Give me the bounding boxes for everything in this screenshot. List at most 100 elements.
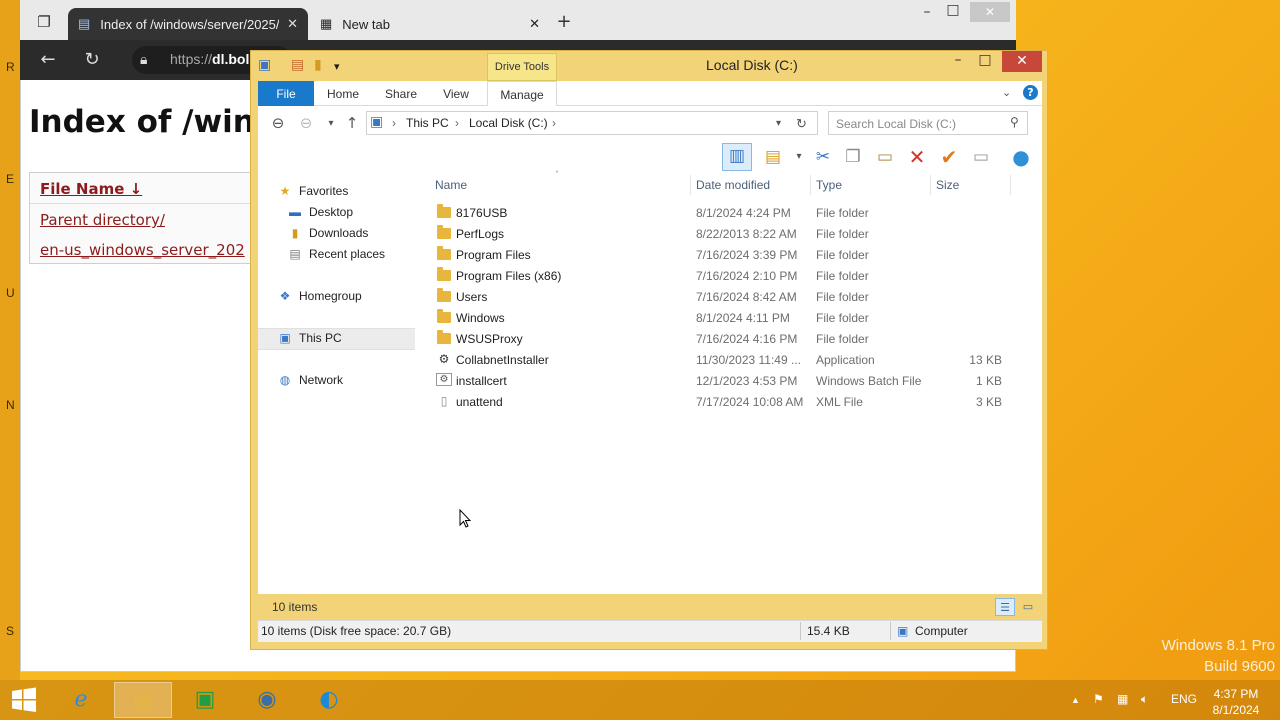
column-divider[interactable]: [810, 175, 811, 195]
table-row[interactable]: 8176USB 8/1/2024 4:24 PM File folder: [436, 203, 1042, 224]
table-row[interactable]: WSUSProxy 7/16/2024 4:16 PM File folder: [436, 329, 1042, 350]
desktop-left-strip: R E U N S: [0, 0, 20, 680]
file-date: 8/1/2024 4:11 PM: [696, 311, 790, 325]
nav-recent-places[interactable]: ▤ Recent places: [286, 245, 385, 263]
file-date: 7/17/2024 10:08 AM: [696, 395, 804, 409]
tab-file[interactable]: File: [258, 81, 314, 106]
nav-homegroup[interactable]: ❖ Homegroup: [276, 287, 362, 305]
search-input[interactable]: Search Local Disk (C:): [828, 111, 1028, 135]
downloads-icon: ▮: [291, 226, 299, 240]
tab-view[interactable]: View: [432, 81, 480, 106]
organize-icon[interactable]: ▤: [760, 145, 786, 169]
delete-icon[interactable]: ✕: [904, 145, 930, 169]
up-icon[interactable]: ↑: [342, 114, 362, 132]
refresh-icon[interactable]: ↻: [796, 116, 807, 132]
details-view-icon[interactable]: ☰: [995, 598, 1015, 616]
internet-explorer-icon[interactable]: ℯ: [52, 682, 110, 718]
file-type: File folder: [816, 248, 869, 262]
nav-favorites[interactable]: ★ Favorites: [276, 182, 349, 200]
parent-directory-link[interactable]: Parent directory/: [40, 211, 165, 229]
close-tab-icon[interactable]: ✕: [529, 16, 540, 32]
organize-dropdown-icon[interactable]: ▾: [786, 145, 812, 169]
sort-indicator-icon: ˄: [555, 170, 559, 179]
column-header-date[interactable]: Date modified: [696, 178, 770, 192]
copy-icon[interactable]: ❐: [840, 145, 866, 169]
column-divider[interactable]: [1010, 175, 1011, 195]
paste-icon[interactable]: ▭: [872, 145, 898, 169]
globe-icon[interactable]: ●: [1008, 145, 1034, 169]
address-dropdown-icon[interactable]: ▾: [776, 118, 781, 129]
table-row[interactable]: ⚙ CollabnetInstaller 11/30/2023 11:49 ... A…: [436, 350, 1042, 371]
maximize-button[interactable]: □: [971, 52, 999, 72]
column-divider[interactable]: [930, 175, 931, 195]
table-row[interactable]: PerfLogs 8/22/2013 8:22 AM File folder: [436, 224, 1042, 245]
computer-icon: ▣: [370, 114, 384, 130]
breadcrumb-this-pc[interactable]: This PC: [406, 116, 449, 130]
tab-index[interactable]: ▤ Index of /windows/server/2025/ ✕: [68, 8, 308, 40]
column-header-name[interactable]: Name: [435, 178, 467, 192]
iso-file-link[interactable]: en-us_windows_server_202: [40, 241, 245, 259]
network-tray-icon[interactable]: ▦: [1117, 692, 1128, 706]
volume-muted-icon[interactable]: 🔈︎: [1141, 692, 1148, 707]
start-button[interactable]: [10, 687, 38, 713]
properties-pane-icon[interactable]: ▭: [968, 145, 994, 169]
store-icon[interactable]: ▣: [176, 682, 234, 718]
nav-desktop[interactable]: ▬ Desktop: [286, 203, 353, 221]
action-center-icon[interactable]: ⚑: [1093, 692, 1104, 706]
tab-manage[interactable]: Manage: [487, 81, 557, 106]
recent-locations-icon[interactable]: ▾: [321, 118, 341, 129]
nav-downloads[interactable]: ▮ Downloads: [286, 224, 369, 242]
search-icon[interactable]: ⚲: [1010, 115, 1019, 129]
table-row[interactable]: ⚙ installcert 12/1/2023 4:53 PM Windows Bat…: [436, 371, 1042, 392]
file-explorer-taskbar-icon[interactable]: ▤: [114, 682, 172, 718]
expand-ribbon-icon[interactable]: ⌄: [1002, 86, 1011, 99]
server-manager-icon[interactable]: ◉: [238, 682, 296, 718]
large-icons-view-icon[interactable]: ▭: [1018, 598, 1038, 616]
file-type: File folder: [816, 269, 869, 283]
table-row[interactable]: Program Files (x86) 7/16/2024 2:10 PM File…: [436, 266, 1042, 287]
new-tab-icon[interactable]: +: [552, 11, 576, 32]
forward-icon[interactable]: ⊖: [296, 114, 316, 132]
table-divider: [30, 203, 268, 204]
cut-icon[interactable]: ✂: [810, 145, 836, 169]
browser-close-button[interactable]: ✕: [970, 2, 1010, 22]
tab-share[interactable]: Share: [376, 81, 426, 106]
column-divider[interactable]: [690, 175, 691, 195]
properties-icon[interactable]: ▤: [291, 57, 304, 73]
nav-this-pc[interactable]: ▣ This PC: [276, 329, 341, 347]
back-icon[interactable]: ⊖: [268, 114, 288, 132]
table-row[interactable]: ▯ unattend 7/17/2024 10:08 AM XML File 3 KB: [436, 392, 1042, 413]
close-button[interactable]: ✕: [1002, 51, 1042, 72]
taskbar-clock[interactable]: 4:37 PM 8/1/2024: [1204, 686, 1268, 718]
show-hidden-icons-icon[interactable]: ▲: [1071, 695, 1080, 705]
column-header-type[interactable]: Type: [816, 178, 842, 192]
file-date: 7/16/2024 8:42 AM: [696, 290, 797, 304]
breadcrumb-local-disk[interactable]: Local Disk (C:): [469, 116, 548, 130]
close-tab-icon[interactable]: ✕: [287, 16, 298, 32]
language-indicator[interactable]: ENG: [1171, 692, 1197, 706]
new-folder-icon[interactable]: ▮: [314, 57, 322, 73]
desktop-letter: R: [6, 60, 15, 74]
refresh-icon[interactable]: ↻: [80, 49, 104, 70]
help-icon[interactable]: ?: [1023, 85, 1038, 100]
tab-home[interactable]: Home: [318, 81, 368, 106]
file-date: 7/16/2024 2:10 PM: [696, 269, 798, 283]
edge-browser-icon[interactable]: ◐: [300, 682, 358, 718]
table-row[interactable]: Windows 8/1/2024 4:11 PM File folder: [436, 308, 1042, 329]
minimize-button[interactable]: –: [944, 52, 972, 72]
column-header-size[interactable]: Size: [936, 178, 959, 192]
rename-icon[interactable]: ✔: [936, 145, 962, 169]
tab-newtab[interactable]: ▦ New tab ✕: [310, 8, 550, 40]
browser-maximize-button[interactable]: □: [938, 2, 968, 18]
sort-file-name-link[interactable]: File Name ↓: [40, 180, 142, 198]
table-row[interactable]: Program Files 7/16/2024 3:39 PM File folde…: [436, 245, 1042, 266]
recent-places-icon: ▤: [289, 247, 301, 261]
nav-network[interactable]: ◍ Network: [276, 371, 343, 389]
back-arrow-icon[interactable]: ←: [36, 49, 60, 70]
table-row[interactable]: Users 7/16/2024 8:42 AM File folder: [436, 287, 1042, 308]
preview-pane-icon[interactable]: ▥: [722, 143, 752, 171]
status-left: 10 items (Disk free space: 20.7 GB): [261, 624, 452, 638]
customize-qat-icon[interactable]: ▾: [334, 60, 340, 73]
file-name: Users: [456, 290, 488, 304]
tab-actions-icon[interactable]: ❐: [32, 13, 56, 31]
